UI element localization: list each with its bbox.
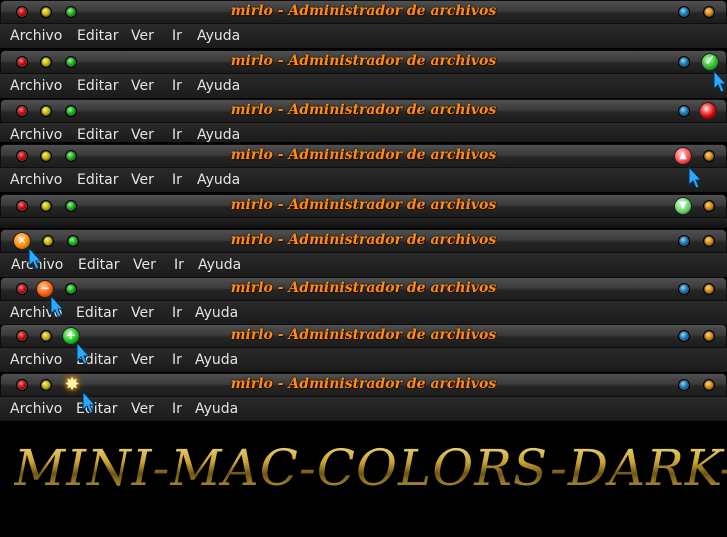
up-arrow-icon[interactable]: ▲: [674, 147, 692, 165]
menu-ir[interactable]: Ir: [174, 257, 184, 273]
shade-icon[interactable]: [678, 56, 690, 68]
menu-ir[interactable]: Ir: [172, 352, 182, 368]
window-preview-7: − mirlo - Administrador de archivos Arch…: [0, 277, 727, 326]
record-icon[interactable]: [699, 102, 717, 120]
titlebar[interactable]: mirlo - Administrador de archivos: [0, 0, 727, 24]
window-preview-4: mirlo - Administrador de archivos ▲ Arch…: [0, 144, 727, 193]
menu-archivo[interactable]: Archivo: [10, 305, 62, 321]
menu-editar[interactable]: Editar: [78, 257, 119, 273]
titlebar[interactable]: ✸ mirlo - Administrador de archivos: [0, 373, 727, 397]
menubar: Archivo Editar Ver Ir Ayuda: [0, 74, 727, 99]
menu-ayuda[interactable]: Ayuda: [195, 352, 238, 368]
menu-editar[interactable]: Editar: [77, 28, 118, 44]
menu-editar[interactable]: Editar: [76, 401, 117, 417]
sticky-icon[interactable]: [703, 283, 715, 295]
menu-editar[interactable]: Editar: [76, 305, 117, 321]
menu-ayuda[interactable]: Ayuda: [197, 127, 240, 142]
menu-ir[interactable]: Ir: [172, 78, 182, 94]
menu-archivo[interactable]: Archivo: [10, 127, 62, 142]
window-title: mirlo - Administrador de archivos: [230, 280, 497, 296]
titlebar[interactable]: mirlo - Administrador de archivos ▼: [0, 194, 727, 218]
menubar: Archivo Editar Ver Ir Ayuda: [0, 348, 727, 373]
window-preview-6: ✕ mirlo - Administrador de archivos Arch…: [0, 229, 727, 278]
window-preview-2: mirlo - Administrador de archivos ✓ Arch…: [0, 50, 727, 99]
sticky-icon[interactable]: [703, 6, 715, 18]
sticky-icon[interactable]: [703, 200, 715, 212]
sticky-icon[interactable]: [703, 150, 715, 162]
window-preview-5: mirlo - Administrador de archivos ▼: [0, 194, 727, 228]
titlebar[interactable]: mirlo - Administrador de archivos: [0, 99, 727, 123]
menu-ir[interactable]: Ir: [172, 401, 182, 417]
menu-editar[interactable]: Editar: [77, 172, 118, 188]
menu-ir[interactable]: Ir: [172, 172, 182, 188]
window-title: mirlo - Administrador de archivos: [230, 376, 497, 392]
menubar: Archivo Editar Ver Ir Ayuda: [0, 123, 727, 143]
shade-icon[interactable]: [678, 379, 690, 391]
sticky-icon[interactable]: [703, 330, 715, 342]
menu-ver[interactable]: Ver: [131, 28, 154, 44]
menu-archivo[interactable]: Archivo: [10, 172, 62, 188]
menu-ayuda[interactable]: Ayuda: [197, 172, 240, 188]
window-title: mirlo - Administrador de archivos: [230, 197, 497, 213]
theme-name: MINI-MAC-COLORS-DARK-3D: [14, 439, 727, 497]
menu-ayuda[interactable]: Ayuda: [195, 401, 238, 417]
down-arrow-icon[interactable]: ▼: [674, 197, 692, 215]
window-preview-1: mirlo - Administrador de archivos Archiv…: [0, 0, 727, 49]
window-title: mirlo - Administrador de archivos: [230, 147, 497, 163]
window-preview-3: mirlo - Administrador de archivos Archiv…: [0, 99, 727, 143]
window-title: mirlo - Administrador de archivos: [230, 53, 497, 69]
menu-archivo[interactable]: Archivo: [11, 257, 63, 273]
menu-ir[interactable]: Ir: [172, 28, 182, 44]
menu-ver[interactable]: Ver: [131, 78, 154, 94]
titlebar[interactable]: mirlo - Administrador de archivos ▲: [0, 144, 727, 168]
menu-ver[interactable]: Ver: [133, 257, 156, 273]
menu-archivo[interactable]: Archivo: [10, 78, 62, 94]
menu-ayuda[interactable]: Ayuda: [197, 28, 240, 44]
menu-ver[interactable]: Ver: [131, 172, 154, 188]
menu-ayuda[interactable]: Ayuda: [195, 305, 238, 321]
menu-ayuda[interactable]: Ayuda: [197, 78, 240, 94]
shade-icon[interactable]: [678, 283, 690, 295]
menu-archivo[interactable]: Archivo: [10, 352, 62, 368]
sticky-icon[interactable]: [703, 235, 715, 247]
shade-icon[interactable]: [678, 330, 690, 342]
titlebar[interactable]: ✕ mirlo - Administrador de archivos: [0, 229, 727, 253]
menu-editar[interactable]: Editar: [77, 78, 118, 94]
menu-ir[interactable]: Ir: [172, 127, 182, 142]
sticky-icon[interactable]: [703, 379, 715, 391]
window-edge: [0, 218, 727, 228]
titlebar[interactable]: + mirlo - Administrador de archivos: [0, 324, 727, 348]
menu-ayuda[interactable]: Ayuda: [198, 257, 241, 273]
shade-icon[interactable]: [678, 6, 690, 18]
theme-banner: MINI-MAC-COLORS-DARK-3D: [0, 422, 727, 537]
menu-ir[interactable]: Ir: [172, 305, 182, 321]
menu-editar[interactable]: Editar: [76, 352, 117, 368]
menu-ver[interactable]: Ver: [131, 305, 154, 321]
menu-ver[interactable]: Ver: [131, 352, 154, 368]
window-preview-8: + mirlo - Administrador de archivos Arch…: [0, 324, 727, 373]
menubar: Archivo Editar Ver Ir Ayuda: [0, 301, 727, 326]
checkmark-icon[interactable]: ✓: [701, 53, 719, 71]
shade-icon[interactable]: [678, 105, 690, 117]
menu-ver[interactable]: Ver: [131, 127, 154, 142]
titlebar[interactable]: − mirlo - Administrador de archivos: [0, 277, 727, 301]
window-preview-9: ✸ mirlo - Administrador de archivos Arch…: [0, 373, 727, 422]
titlebar[interactable]: mirlo - Administrador de archivos ✓: [0, 50, 727, 74]
menu-ver[interactable]: Ver: [131, 401, 154, 417]
menu-archivo[interactable]: Archivo: [10, 28, 62, 44]
menubar: Archivo Editar Ver Ir Ayuda: [0, 397, 727, 422]
menubar: Archivo Editar Ver Ir Ayuda: [0, 168, 727, 193]
menu-archivo[interactable]: Archivo: [10, 401, 62, 417]
window-title: mirlo - Administrador de archivos: [230, 102, 497, 118]
window-title: mirlo - Administrador de archivos: [230, 3, 497, 19]
menubar: Archivo Editar Ver Ir Ayuda: [0, 24, 727, 49]
menubar: Archivo Editar Ver Ir Ayuda: [0, 253, 727, 278]
window-title: mirlo - Administrador de archivos: [230, 327, 497, 343]
theme-preview: mirlo - Administrador de archivos Archiv…: [0, 0, 727, 537]
window-title: mirlo - Administrador de archivos: [230, 232, 497, 248]
menu-editar[interactable]: Editar: [77, 127, 118, 142]
shade-icon[interactable]: [678, 235, 690, 247]
